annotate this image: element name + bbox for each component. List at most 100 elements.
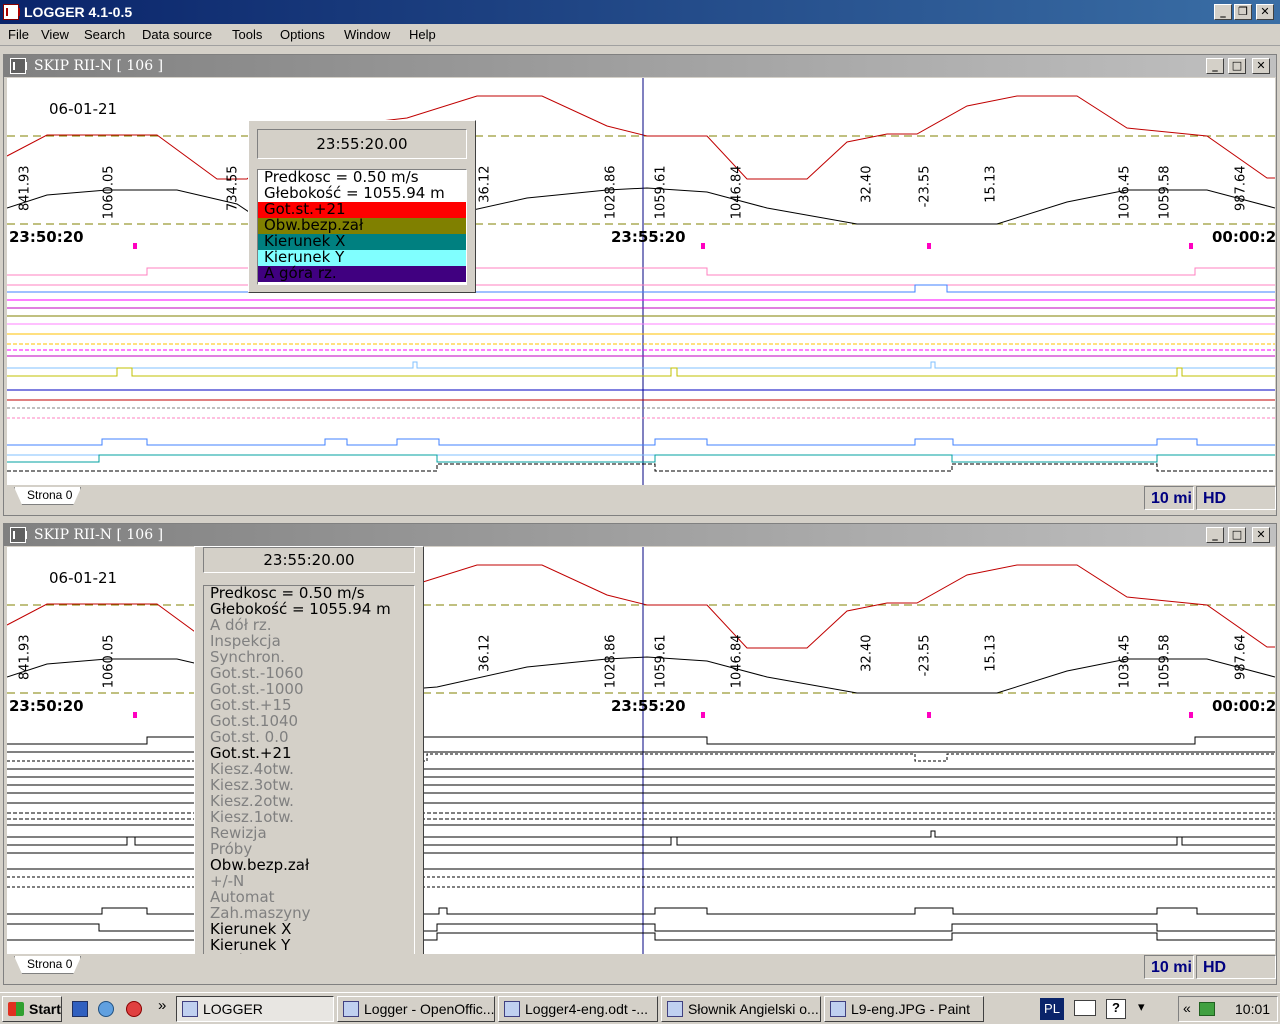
minimize-icon[interactable]: _ — [1206, 527, 1224, 543]
maximize-icon[interactable]: □ — [1228, 527, 1246, 543]
time-label-right: 00:00:20 — [1212, 697, 1275, 715]
child-title-bar[interactable]: SKIP RII-N [ 106 ] _ □ ✕ — [4, 55, 1276, 77]
page-tab[interactable]: Strona 0 — [14, 487, 82, 505]
signal-list[interactable]: Predkosc = 0.50 m/s Głebokość = 1055.94 … — [257, 169, 467, 285]
dictionary-icon — [667, 1001, 683, 1017]
marker-point — [701, 243, 705, 249]
desktop-quicklaunch-icon[interactable] — [72, 1001, 88, 1017]
language-indicator[interactable]: PL — [1040, 998, 1064, 1020]
logger-app-icon[interactable] — [3, 4, 20, 20]
depth-label: 36.12 — [477, 165, 493, 203]
trace-svg[interactable] — [7, 78, 1275, 485]
trace-plot[interactable]: 06-01-21 23:50:20 23:55:20 00:00:20 841.… — [7, 78, 1275, 485]
depth-label: 1028.86 — [603, 165, 619, 220]
menu-search[interactable]: Search — [84, 27, 125, 42]
menu-tools[interactable]: Tools — [232, 27, 262, 42]
toolbar-arrow-icon[interactable]: ▾ — [1138, 999, 1150, 1019]
taskbar-item-openoffice[interactable]: Logger - OpenOffic... — [337, 996, 495, 1022]
cursor-time: 23:55:20.00 — [257, 129, 467, 159]
signal-list-popup[interactable]: 23:55:20.00 Predkosc = 0.50 m/s Głebokoś… — [194, 546, 424, 978]
depth-label: 32.40 — [859, 634, 875, 672]
time-label-mid: 23:55:20 — [611, 228, 686, 246]
app-title-bar[interactable]: LOGGER 4.1-0.5 _ ❐ ✕ — [0, 0, 1280, 24]
depth-label: -23.55 — [917, 165, 933, 208]
depth-label: 1036.45 — [1117, 165, 1133, 220]
depth-label: 1059.61 — [653, 634, 669, 689]
menu-help[interactable]: Help — [409, 27, 436, 42]
depth-label: 1060.05 — [101, 634, 117, 689]
windows-flag-icon — [8, 1002, 24, 1016]
menu-data-source[interactable]: Data source — [142, 27, 212, 42]
menu-view[interactable]: View — [41, 27, 69, 42]
menu-bar: File View Search Data source Tools Optio… — [0, 24, 1280, 46]
network-icon[interactable] — [1199, 1002, 1215, 1016]
logger-icon — [182, 1001, 198, 1017]
taskbar-item-logger[interactable]: LOGGER — [176, 996, 334, 1022]
child-title-bar[interactable]: SKIP RII-N [ 106 ] _ □ ✕ — [4, 524, 1276, 546]
depth-label: -23.55 — [917, 634, 933, 677]
status-bar: Strona 0 10 mi HD — [4, 485, 1276, 513]
time-label-right: 00:00:20 — [1212, 228, 1275, 246]
close-icon[interactable]: ✕ — [1252, 58, 1270, 74]
depth-label: 841.93 — [17, 165, 33, 212]
close-icon[interactable]: ✕ — [1252, 527, 1270, 543]
depth-label: 841.93 — [17, 634, 33, 681]
signal-item[interactable]: A góra rz. — [258, 266, 466, 282]
maximize-icon[interactable]: □ — [1228, 58, 1246, 74]
quicklaunch-chevron-icon[interactable]: » — [158, 997, 166, 1014]
marker-point — [133, 243, 137, 249]
restore-icon[interactable]: ❐ — [1234, 4, 1252, 20]
child-title: SKIP RII-N [ 106 ] — [34, 527, 164, 543]
cursor-info-popup[interactable]: 23:55:20.00 Predkosc = 0.50 m/s Głebokoś… — [248, 120, 476, 293]
marker-point — [1189, 243, 1193, 249]
child-window-icon[interactable] — [10, 58, 27, 74]
cursor-time: 23:55:20.00 — [203, 547, 415, 573]
depth-label: 1060.05 — [101, 165, 117, 220]
opera-quicklaunch-icon[interactable] — [126, 1001, 142, 1017]
depth-trace — [7, 187, 1275, 225]
page-tab[interactable]: Strona 0 — [14, 956, 82, 974]
depth-label: 987.64 — [1233, 634, 1249, 681]
tray-chevron-icon[interactable]: « — [1183, 1000, 1191, 1016]
depth-label: 15.13 — [983, 165, 999, 203]
system-tray: « 10:01 — [1178, 996, 1278, 1022]
mode-value: HD — [1196, 486, 1276, 510]
menu-window[interactable]: Window — [344, 27, 390, 42]
child-window-top[interactable]: SKIP RII-N [ 106 ] _ □ ✕ 06-01-21 23:50:… — [3, 54, 1277, 516]
menu-options[interactable]: Options — [280, 27, 325, 42]
depth-label: 36.12 — [477, 634, 493, 672]
taskbar-item-paint[interactable]: L9-eng.JPG - Paint — [824, 996, 984, 1022]
minimize-icon[interactable]: _ — [1214, 4, 1232, 20]
zoom-value: 10 mi — [1144, 486, 1194, 510]
time-label-left: 23:50:20 — [9, 697, 84, 715]
signal-lines — [7, 267, 1275, 472]
signal-list[interactable]: Predkosc = 0.50 m/s Głebokość = 1055.94 … — [203, 585, 415, 971]
browser-quicklaunch-icon[interactable] — [98, 1001, 114, 1017]
close-icon[interactable]: ✕ — [1256, 4, 1274, 20]
clock[interactable]: 10:01 — [1235, 1001, 1270, 1017]
depth-label: 1059.58 — [1157, 634, 1173, 689]
depth-label: 1059.58 — [1157, 165, 1173, 220]
help-icon[interactable]: ? — [1106, 999, 1126, 1019]
date-label: 06-01-21 — [49, 100, 118, 118]
child-window-icon[interactable] — [10, 527, 27, 543]
taskbar-item-slownik[interactable]: Słownik Angielski o... — [661, 996, 821, 1022]
speed-trace — [7, 95, 1275, 180]
taskbar-item-odt[interactable]: Logger4-eng.odt -... — [498, 996, 658, 1022]
child-window-bottom[interactable]: SKIP RII-N [ 106 ] _ □ ✕ 06-01-21 23:50:… — [3, 523, 1277, 985]
date-label: 06-01-21 — [49, 569, 118, 587]
depth-label: 15.13 — [983, 634, 999, 672]
marker-point — [927, 243, 931, 249]
depth-label: 32.40 — [859, 165, 875, 203]
keyboard-icon[interactable] — [1074, 1000, 1096, 1016]
menu-file[interactable]: File — [8, 27, 29, 42]
minimize-icon[interactable]: _ — [1206, 58, 1224, 74]
depth-label: 734.55 — [225, 165, 241, 212]
start-button[interactable]: Start — [2, 996, 62, 1022]
taskbar: Start » LOGGER Logger - OpenOffic... Log… — [0, 992, 1280, 1024]
zoom-value: 10 mi — [1144, 955, 1194, 979]
document-icon — [504, 1001, 520, 1017]
app-title: LOGGER 4.1-0.5 — [24, 4, 133, 20]
time-label-mid: 23:55:20 — [611, 697, 686, 715]
time-label-left: 23:50:20 — [9, 228, 84, 246]
